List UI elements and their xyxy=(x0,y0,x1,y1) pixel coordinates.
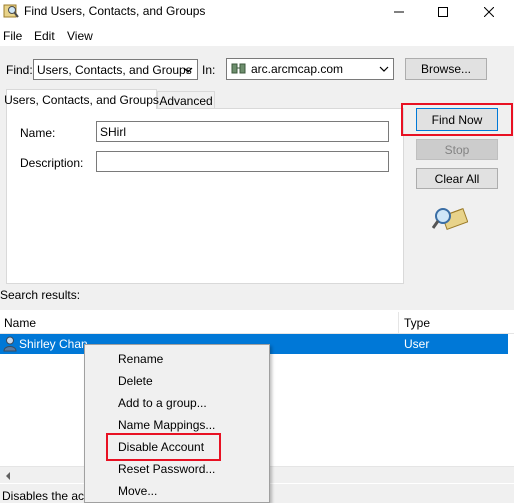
status-text: Disables the acc xyxy=(2,489,91,503)
tab-advanced[interactable]: Advanced xyxy=(157,91,215,109)
name-field[interactable]: SHirl xyxy=(96,121,389,142)
menu-item-move[interactable]: Move... xyxy=(118,484,157,498)
in-label: In: xyxy=(202,63,216,77)
result-name: Shirley Chan xyxy=(19,337,88,351)
menu-item-name-mappings[interactable]: Name Mappings... xyxy=(118,418,215,432)
search-icon xyxy=(431,202,469,232)
tab-users-contacts-groups[interactable]: Users, Contacts, and Groups xyxy=(4,89,159,109)
result-type: User xyxy=(404,337,430,351)
stop-button[interactable]: Stop xyxy=(416,139,498,160)
menu-item-add-to-group[interactable]: Add to a group... xyxy=(118,396,207,410)
menu-item-rename[interactable]: Rename xyxy=(118,352,163,366)
user-icon xyxy=(3,336,17,352)
find-label: Find: xyxy=(6,63,33,77)
description-label: Description: xyxy=(20,156,84,170)
find-type-select[interactable]: Users, Contacts, and Groups xyxy=(33,59,198,80)
search-results-label: Search results: xyxy=(0,288,81,302)
menu-view[interactable]: View xyxy=(67,29,93,43)
minimize-icon xyxy=(394,11,404,13)
maximize-button[interactable] xyxy=(420,0,466,24)
menu-edit[interactable]: Edit xyxy=(34,29,55,43)
find-users-icon xyxy=(3,3,19,19)
maximize-icon xyxy=(438,7,448,17)
domain-icon xyxy=(231,63,246,74)
name-label: Name: xyxy=(20,126,56,140)
chevron-down-icon xyxy=(183,67,193,73)
browse-button[interactable]: Browse... xyxy=(405,58,487,80)
column-divider[interactable] xyxy=(398,312,399,334)
minimize-button[interactable] xyxy=(376,0,422,24)
find-now-button[interactable]: Find Now xyxy=(416,108,498,131)
menu-item-reset-password[interactable]: Reset Password... xyxy=(118,462,215,476)
menu-item-disable-account[interactable]: Disable Account xyxy=(118,440,204,454)
column-header-name[interactable]: Name xyxy=(4,313,394,333)
chevron-down-icon xyxy=(379,66,389,72)
domain-value: arc.arcmcap.com xyxy=(251,62,344,76)
window-title: Find Users, Contacts, and Groups xyxy=(24,4,206,18)
column-header-type[interactable]: Type xyxy=(404,313,504,333)
find-type-value: Users, Contacts, and Groups xyxy=(37,62,192,77)
close-icon xyxy=(484,7,494,17)
menu-file[interactable]: File xyxy=(3,29,22,43)
close-button[interactable] xyxy=(466,0,512,24)
menu-item-delete[interactable]: Delete xyxy=(118,374,153,388)
scroll-left-icon[interactable] xyxy=(4,470,12,480)
domain-select[interactable]: arc.arcmcap.com xyxy=(226,58,394,80)
clear-all-button[interactable]: Clear All xyxy=(416,168,498,189)
description-field[interactable] xyxy=(96,151,389,172)
